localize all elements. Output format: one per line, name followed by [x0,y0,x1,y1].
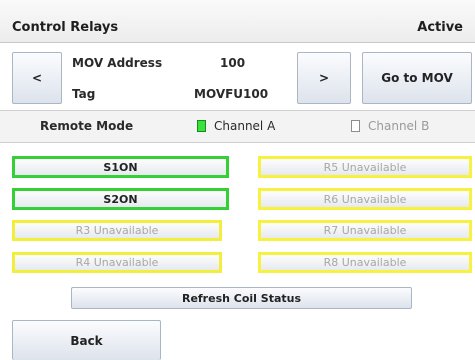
channel-a-label: Channel A [214,119,276,133]
go-to-mov-button[interactable]: Go to MOV [362,52,472,104]
divider [0,142,475,143]
chevron-right-icon: > [318,71,330,85]
status-text: Active [417,20,463,35]
page-title: Control Relays [12,20,119,35]
mov-address-value: 100 [220,56,246,70]
tag-label: Tag [72,87,96,101]
mov-address-label: MOV Address [72,56,163,70]
header-divider [0,42,475,43]
next-mov-button[interactable]: > [297,52,351,104]
previous-mov-button[interactable]: < [12,52,62,104]
relay-2-button[interactable]: S2ON [12,188,229,210]
refresh-coil-status-button[interactable]: Refresh Coil Status [71,287,412,309]
relay-6-button[interactable]: R6 Unavailable [258,188,472,210]
remote-mode-label: Remote Mode [40,119,134,133]
relay-8-button[interactable]: R8 Unavailable [258,252,472,273]
relay-3-button[interactable]: R3 Unavailable [12,220,222,241]
relay-5-button[interactable]: R5 Unavailable [258,156,472,178]
go-to-mov-label: Go to MOV [381,71,453,85]
relay-1-button[interactable]: S1ON [12,156,229,178]
chevron-left-icon: < [31,71,43,85]
relay-7-button[interactable]: R7 Unavailable [258,220,472,241]
relay-4-button[interactable]: R4 Unavailable [12,252,222,273]
channel-b-label: Channel B [368,119,430,133]
back-button[interactable]: Back [12,320,161,360]
tag-value: MOVFU100 [194,87,269,101]
channel-a-indicator-icon [197,120,206,132]
channel-b-indicator-icon [351,120,360,132]
